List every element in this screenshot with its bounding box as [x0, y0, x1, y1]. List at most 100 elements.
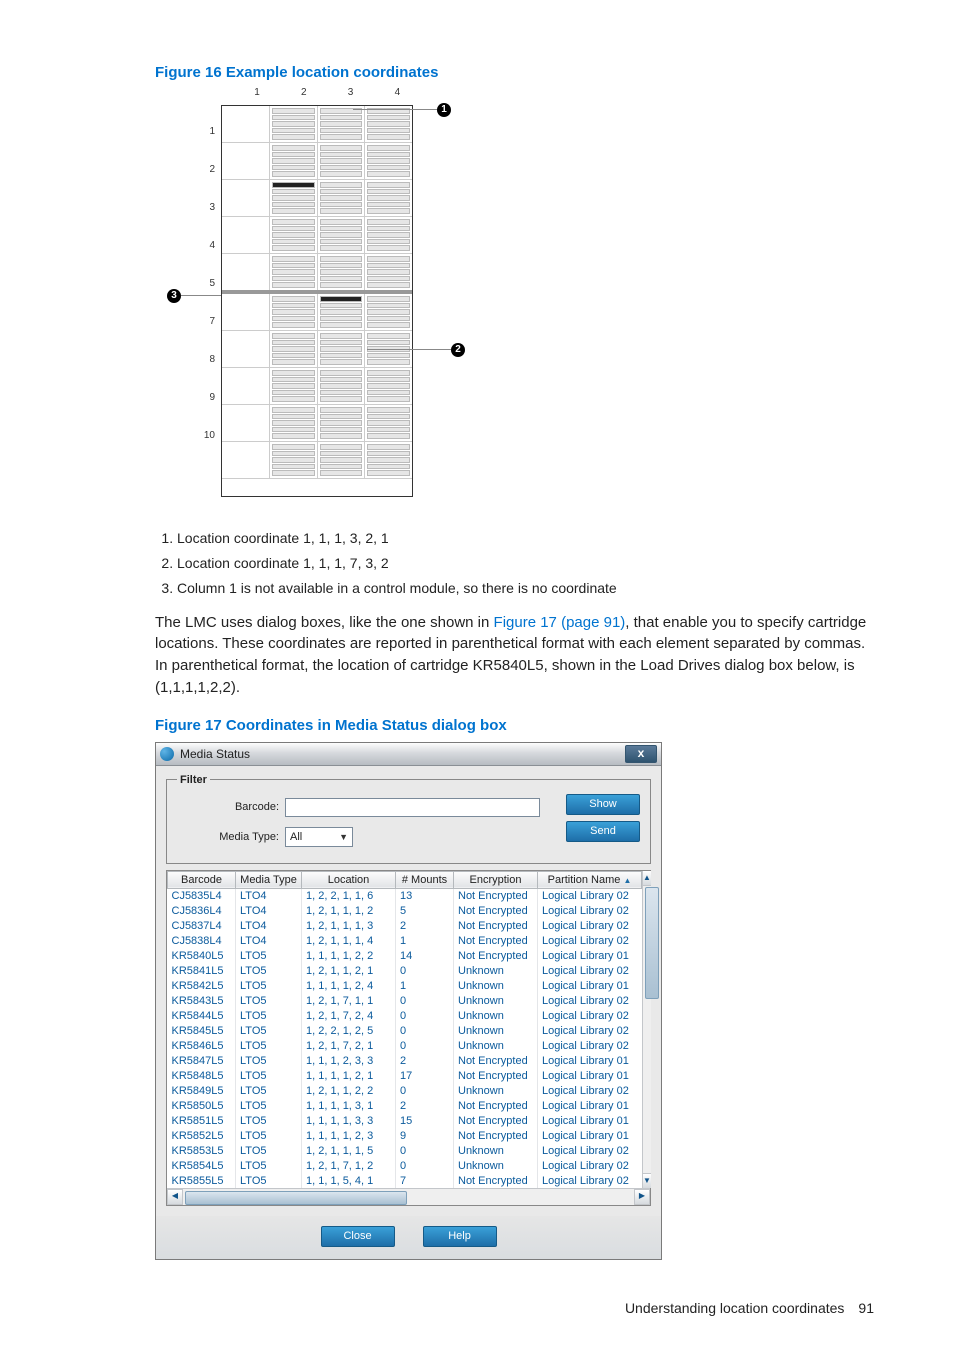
scroll-up-icon[interactable]: ▲: [643, 871, 651, 886]
scroll-thumb[interactable]: [185, 1191, 407, 1205]
table-cell: KR5853L5: [168, 1143, 236, 1158]
col-label: 3: [329, 87, 373, 98]
table-cell: 1, 2, 1, 1, 1, 3: [302, 918, 396, 933]
table-row[interactable]: CJ5838L4LTO41, 2, 1, 1, 1, 41Not Encrypt…: [168, 933, 642, 948]
table-cell: LTO5: [236, 1023, 302, 1038]
table-cell: KR5855L5: [168, 1173, 236, 1188]
table-row[interactable]: KR5846L5LTO51, 2, 1, 7, 2, 10UnknownLogi…: [168, 1038, 642, 1053]
table-cell: Unknown: [454, 978, 538, 993]
table-cell: 0: [396, 1023, 454, 1038]
row-label: 8: [201, 341, 215, 379]
chevron-down-icon: ▼: [339, 832, 348, 842]
sort-asc-icon: ▲: [623, 876, 631, 885]
note-item: Location coordinate 1, 1, 1, 7, 3, 2: [177, 554, 874, 573]
dialog-titlebar: Media Status x: [156, 743, 661, 766]
table-row[interactable]: KR5850L5LTO51, 1, 1, 1, 3, 12Not Encrypt…: [168, 1098, 642, 1113]
table-row[interactable]: KR5841L5LTO51, 2, 1, 1, 2, 10UnknownLogi…: [168, 963, 642, 978]
table-row[interactable]: KR5842L5LTO51, 1, 1, 1, 2, 41UnknownLogi…: [168, 978, 642, 993]
col-mediatype[interactable]: Media Type: [236, 871, 302, 888]
scroll-down-icon[interactable]: ▼: [643, 1173, 651, 1188]
table-cell: 1: [396, 978, 454, 993]
table-cell: LTO5: [236, 978, 302, 993]
table-row[interactable]: KR5848L5LTO51, 1, 1, 1, 2, 117Not Encryp…: [168, 1068, 642, 1083]
scroll-thumb[interactable]: [645, 887, 659, 999]
table-cell: Not Encrypted: [454, 1098, 538, 1113]
table-cell: Logical Library 01: [538, 978, 642, 993]
table-row[interactable]: KR5849L5LTO51, 2, 1, 1, 2, 20UnknownLogi…: [168, 1083, 642, 1098]
table-cell: Not Encrypted: [454, 933, 538, 948]
horizontal-scrollbar[interactable]: ◀ ▶: [167, 1188, 650, 1205]
table-row[interactable]: KR5854L5LTO51, 2, 1, 7, 1, 20UnknownLogi…: [168, 1158, 642, 1173]
table-cell: 0: [396, 1143, 454, 1158]
col-barcode[interactable]: Barcode: [168, 871, 236, 888]
row-label: 9: [201, 379, 215, 417]
table-row[interactable]: KR5844L5LTO51, 2, 1, 7, 2, 40UnknownLogi…: [168, 1008, 642, 1023]
table-cell: Logical Library 02: [538, 933, 642, 948]
show-button[interactable]: Show: [566, 794, 640, 815]
close-icon[interactable]: x: [625, 745, 657, 763]
scroll-left-icon[interactable]: ◀: [167, 1189, 183, 1205]
table-cell: Logical Library 02: [538, 1083, 642, 1098]
table-row[interactable]: KR5843L5LTO51, 2, 1, 7, 1, 10UnknownLogi…: [168, 993, 642, 1008]
table-row[interactable]: CJ5837L4LTO41, 2, 1, 1, 1, 32Not Encrypt…: [168, 918, 642, 933]
table-header-row: Barcode Media Type Location # Mounts Enc…: [168, 871, 642, 888]
scroll-right-icon[interactable]: ▶: [634, 1189, 650, 1205]
col-location[interactable]: Location: [302, 871, 396, 888]
table-cell: KR5842L5: [168, 978, 236, 993]
table-cell: KR5852L5: [168, 1128, 236, 1143]
table-cell: 1, 2, 1, 1, 1, 5: [302, 1143, 396, 1158]
col-partition[interactable]: Partition Name ▲: [538, 871, 642, 888]
table-cell: LTO5: [236, 1083, 302, 1098]
figure17-link[interactable]: Figure 17 (page 91): [494, 614, 626, 631]
table-cell: 5: [396, 903, 454, 918]
table-cell: Not Encrypted: [454, 888, 538, 903]
col-mounts[interactable]: # Mounts: [396, 871, 454, 888]
table-row[interactable]: KR5852L5LTO51, 1, 1, 1, 2, 39Not Encrypt…: [168, 1128, 642, 1143]
table-row[interactable]: KR5855L5LTO51, 1, 1, 5, 4, 17Not Encrypt…: [168, 1173, 642, 1188]
table-cell: CJ5837L4: [168, 918, 236, 933]
table-cell: Logical Library 01: [538, 1113, 642, 1128]
table-cell: Not Encrypted: [454, 1113, 538, 1128]
table-cell: 1, 2, 1, 7, 2, 1: [302, 1038, 396, 1053]
table-cell: KR5854L5: [168, 1158, 236, 1173]
table-row[interactable]: KR5840L5LTO51, 1, 1, 1, 2, 214Not Encryp…: [168, 948, 642, 963]
body-paragraph: The LMC uses dialog boxes, like the one …: [155, 612, 874, 699]
table-cell: KR5848L5: [168, 1068, 236, 1083]
table-cell: Logical Library 02: [538, 1023, 642, 1038]
row-label: 7: [201, 303, 215, 341]
table-cell: Logical Library 01: [538, 1128, 642, 1143]
table-row[interactable]: CJ5836L4LTO41, 2, 1, 1, 1, 25Not Encrypt…: [168, 903, 642, 918]
mediatype-select[interactable]: All ▼: [285, 827, 353, 847]
vertical-scrollbar[interactable]: ▲ ▼: [642, 871, 651, 1189]
table-cell: 14: [396, 948, 454, 963]
col-encryption[interactable]: Encryption: [454, 871, 538, 888]
send-button[interactable]: Send: [566, 821, 640, 842]
table-cell: LTO5: [236, 1143, 302, 1158]
table-cell: Logical Library 01: [538, 1053, 642, 1068]
table-row[interactable]: KR5853L5LTO51, 2, 1, 1, 1, 50UnknownLogi…: [168, 1143, 642, 1158]
table-cell: KR5849L5: [168, 1083, 236, 1098]
table-cell: Not Encrypted: [454, 903, 538, 918]
table-cell: Not Encrypted: [454, 948, 538, 963]
close-button[interactable]: Close: [321, 1226, 395, 1247]
row-labels: 1234578910: [201, 113, 215, 455]
table-cell: KR5846L5: [168, 1038, 236, 1053]
table-cell: 1, 1, 1, 1, 2, 1: [302, 1068, 396, 1083]
table-row[interactable]: KR5845L5LTO51, 2, 2, 1, 2, 50UnknownLogi…: [168, 1023, 642, 1038]
table-row[interactable]: KR5851L5LTO51, 1, 1, 1, 3, 315Not Encryp…: [168, 1113, 642, 1128]
table-cell: Unknown: [454, 1143, 538, 1158]
callout-2: 2: [451, 343, 465, 357]
table-cell: 1, 2, 1, 7, 2, 4: [302, 1008, 396, 1023]
help-button[interactable]: Help: [423, 1226, 497, 1247]
note-item: Location coordinate 1, 1, 1, 3, 2, 1: [177, 529, 874, 548]
table-cell: 1, 2, 1, 1, 1, 4: [302, 933, 396, 948]
table-row[interactable]: KR5847L5LTO51, 1, 1, 2, 3, 32Not Encrypt…: [168, 1053, 642, 1068]
dialog-title: Media Status: [180, 747, 250, 761]
barcode-input[interactable]: [285, 798, 540, 817]
table-cell: 0: [396, 1158, 454, 1173]
table-cell: 2: [396, 918, 454, 933]
row-label: 3: [201, 189, 215, 227]
table-row[interactable]: CJ5835L4LTO41, 2, 2, 1, 1, 613Not Encryp…: [168, 888, 642, 903]
table-cell: Unknown: [454, 1083, 538, 1098]
body-text: The LMC uses dialog boxes, like the one …: [155, 614, 494, 631]
